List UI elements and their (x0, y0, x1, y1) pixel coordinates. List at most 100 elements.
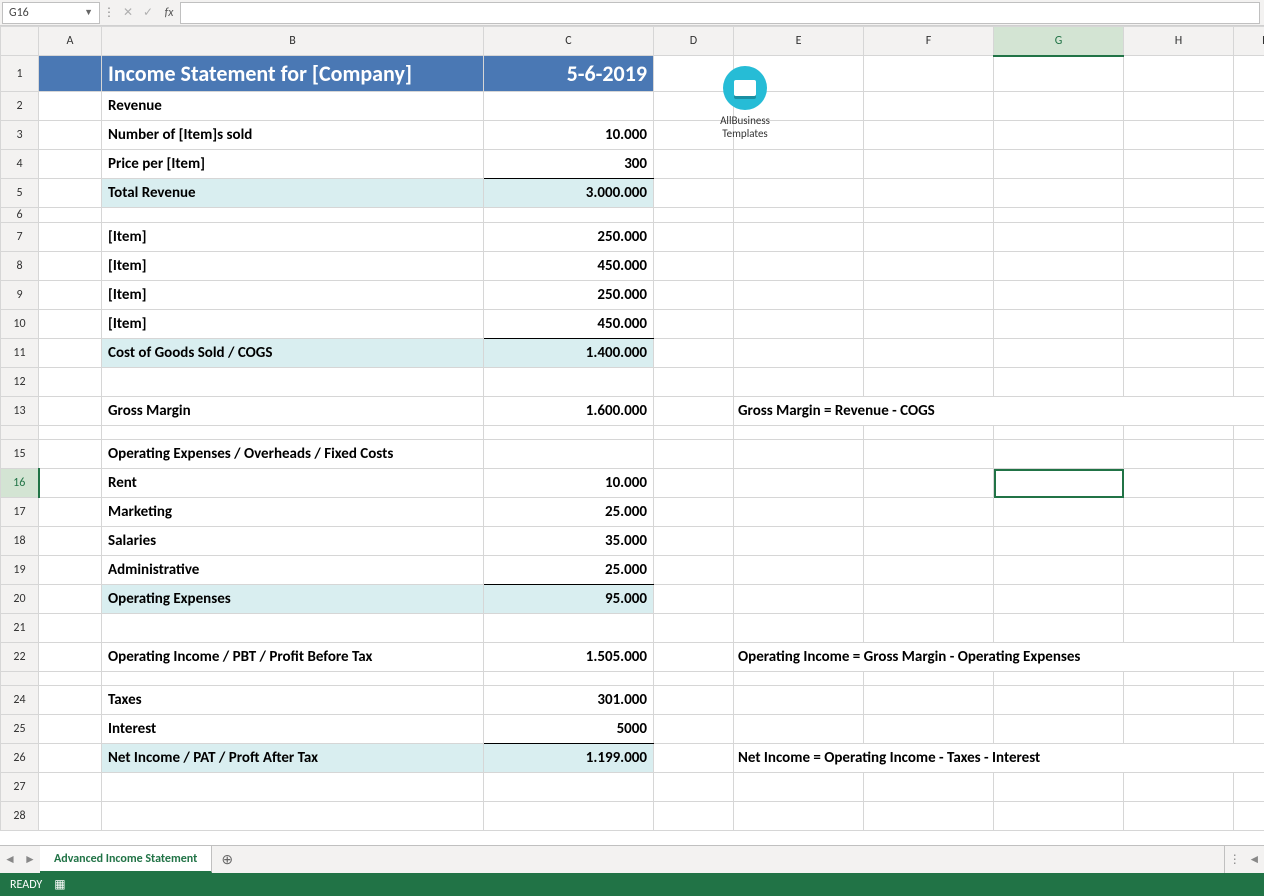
row-header-17[interactable]: 17 (1, 498, 39, 527)
row-header-4[interactable]: 4 (1, 150, 39, 179)
row-21[interactable]: 21 (1, 614, 1264, 643)
spreadsheet-grid[interactable]: A B C D E F G H I 1 Income Statement for… (0, 26, 1264, 831)
row-10[interactable]: 10 [Item] 450.000 (1, 310, 1264, 339)
row-24[interactable]: 24 Taxes 301.000 (1, 686, 1264, 715)
cell-C25: 5000 (484, 715, 653, 743)
col-header-I[interactable]: I (1234, 27, 1264, 56)
row-header-9[interactable]: 9 (1, 281, 39, 310)
col-header-H[interactable]: H (1124, 27, 1234, 56)
note-operating-income: Operating Income = Gross Margin - Operat… (734, 648, 1264, 666)
row-header-23[interactable] (1, 672, 39, 686)
cell-B9: [Item] (102, 281, 483, 309)
row-header-1[interactable]: 1 (1, 56, 39, 92)
cell-C5: 3.000.000 (484, 179, 653, 207)
row-16[interactable]: 16 Rent 10.000 (1, 469, 1264, 498)
col-header-G[interactable]: G (994, 27, 1124, 56)
row-header-2[interactable]: 2 (1, 92, 39, 121)
row-3[interactable]: 3 Number of [Item]s sold 10.000 (1, 121, 1264, 150)
row-12[interactable]: 12 (1, 368, 1264, 397)
row-header-21[interactable]: 21 (1, 614, 39, 643)
col-header-D[interactable]: D (654, 27, 734, 56)
worksheet-area: A B C D E F G H I 1 Income Statement for… (0, 26, 1264, 845)
row-header-22[interactable]: 22 (1, 643, 39, 672)
row-27[interactable]: 27 (1, 773, 1264, 802)
row-header-13[interactable]: 13 (1, 397, 39, 426)
row-19[interactable]: 19 Administrative 25.000 (1, 556, 1264, 585)
scroll-left-icon[interactable]: ⋮ (1229, 852, 1241, 867)
row-header-25[interactable]: 25 (1, 715, 39, 744)
row-20[interactable]: 20 Operating Expenses 95.000 (1, 585, 1264, 614)
col-header-F[interactable]: F (864, 27, 994, 56)
row-8[interactable]: 8 [Item] 450.000 (1, 252, 1264, 281)
row-15[interactable]: 15 Operating Expenses / Overheads / Fixe… (1, 440, 1264, 469)
name-box[interactable]: G16 ▼ (2, 2, 100, 24)
row-header-10[interactable]: 10 (1, 310, 39, 339)
col-header-E[interactable]: E (734, 27, 864, 56)
macro-record-icon[interactable]: ▦ (54, 877, 65, 892)
row-header-15[interactable]: 15 (1, 440, 39, 469)
row-18[interactable]: 18 Salaries 35.000 (1, 527, 1264, 556)
col-header-B[interactable]: B (102, 27, 484, 56)
row-header-12[interactable]: 12 (1, 368, 39, 397)
cell-C4: 300 (484, 150, 653, 178)
row-header-24[interactable]: 24 (1, 686, 39, 715)
name-box-dropdown-icon[interactable]: ▼ (84, 7, 93, 18)
cell-C13: 1.600.000 (484, 397, 653, 425)
tab-nav-next-icon[interactable]: ► (20, 846, 40, 873)
cell-B25: Interest (102, 715, 483, 743)
row-header-5[interactable]: 5 (1, 179, 39, 208)
row-22[interactable]: 22 Operating Income / PBT / Profit Befor… (1, 643, 1264, 672)
row-7[interactable]: 7 [Item] 250.000 (1, 223, 1264, 252)
row-header-6[interactable]: 6 (1, 208, 39, 223)
cell-C7: 250.000 (484, 223, 653, 251)
status-bar: READY ▦ (0, 873, 1264, 896)
row-header-27[interactable]: 27 (1, 773, 39, 802)
scroll-handle-icon[interactable]: ◄ (1248, 852, 1260, 867)
row-1[interactable]: 1 Income Statement for [Company] 5-6-201… (1, 56, 1264, 92)
row-6[interactable]: 6 (1, 208, 1264, 223)
selected-cell-G16[interactable] (994, 469, 1124, 498)
row-header-20[interactable]: 20 (1, 585, 39, 614)
sheet-tab-strip: ◄ ► Advanced Income Statement ⊕ ⋮ ◄ (0, 845, 1264, 873)
row-26[interactable]: 26 Net Income / PAT / Proft After Tax 1.… (1, 744, 1264, 773)
cell-C18: 35.000 (484, 527, 653, 555)
col-header-A[interactable]: A (39, 27, 102, 56)
row-header-28[interactable]: 28 (1, 802, 39, 831)
tab-nav-prev-icon[interactable]: ◄ (0, 846, 20, 873)
row-25[interactable]: 25 Interest 5000 (1, 715, 1264, 744)
row-2[interactable]: 2 Revenue (1, 92, 1264, 121)
row-header-8[interactable]: 8 (1, 252, 39, 281)
row-header-11[interactable]: 11 (1, 339, 39, 368)
row-28[interactable]: 28 (1, 802, 1264, 831)
cell-B2: Revenue (102, 92, 483, 120)
note-net-income: Net Income = Operating Income - Taxes - … (734, 749, 1264, 767)
horizontal-scroll-area[interactable]: ⋮ ◄ (1224, 846, 1264, 873)
row-11[interactable]: 11 Cost of Goods Sold / COGS 1.400.000 (1, 339, 1264, 368)
col-header-C[interactable]: C (484, 27, 654, 56)
add-sheet-button[interactable]: ⊕ (212, 846, 242, 873)
row-header-26[interactable]: 26 (1, 744, 39, 773)
row-header-18[interactable]: 18 (1, 527, 39, 556)
row-header-19[interactable]: 19 (1, 556, 39, 585)
cell-C17: 25.000 (484, 498, 653, 526)
row-9[interactable]: 9 [Item] 250.000 (1, 281, 1264, 310)
cell-C19: 25.000 (484, 556, 653, 584)
formula-input[interactable] (180, 2, 1260, 24)
row-5[interactable]: 5 Total Revenue 3.000.000 (1, 179, 1264, 208)
row-header-16[interactable]: 16 (1, 469, 39, 498)
accept-formula-icon: ✓ (138, 5, 158, 20)
row-header-7[interactable]: 7 (1, 223, 39, 252)
sheet-tab-active[interactable]: Advanced Income Statement (40, 846, 212, 873)
row-header-14[interactable] (1, 426, 39, 440)
row-14[interactable] (1, 426, 1264, 440)
row-13[interactable]: 13 Gross Margin 1.600.000 Gross Margin =… (1, 397, 1264, 426)
formula-bar: G16 ▼ ⋮ ✕ ✓ fx (0, 0, 1264, 26)
cell-B4: Price per [Item] (102, 150, 483, 178)
row-23[interactable] (1, 672, 1264, 686)
row-17[interactable]: 17 Marketing 25.000 (1, 498, 1264, 527)
fx-icon[interactable]: fx (158, 6, 180, 20)
select-all-corner[interactable] (1, 27, 39, 56)
row-4[interactable]: 4 Price per [Item] 300 (1, 150, 1264, 179)
column-headers[interactable]: A B C D E F G H I (1, 27, 1264, 56)
row-header-3[interactable]: 3 (1, 121, 39, 150)
